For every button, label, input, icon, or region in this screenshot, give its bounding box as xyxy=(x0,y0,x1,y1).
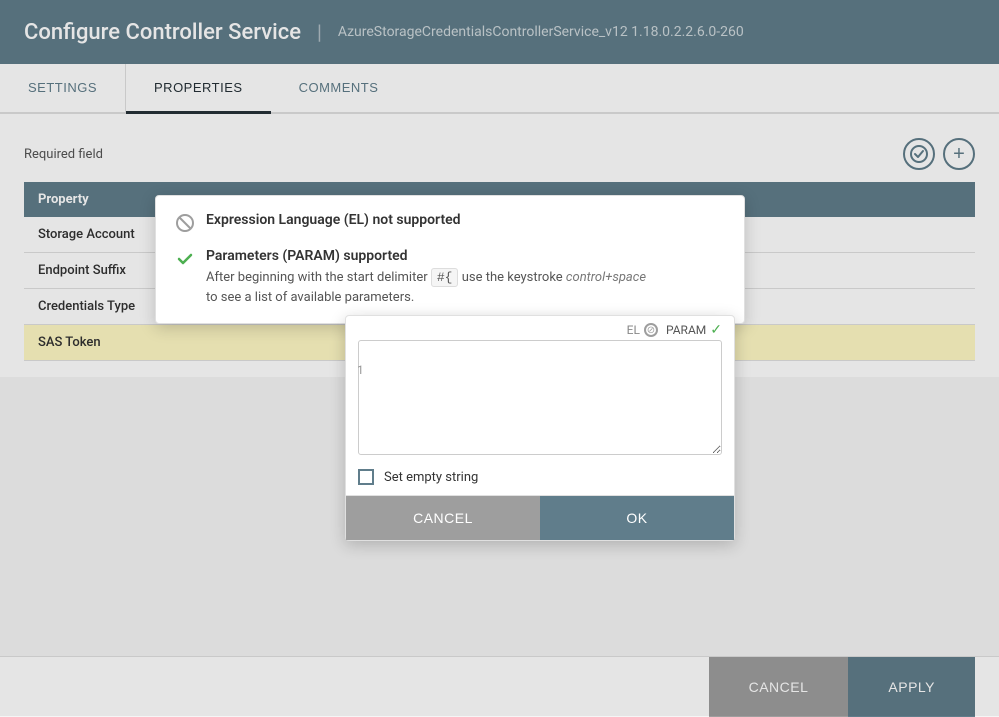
line-number: 1 xyxy=(357,363,364,377)
param-supported-title: Parameters (PARAM) supported xyxy=(206,248,646,264)
el-label-text: EL xyxy=(627,323,640,337)
param-status-icon: ✓ xyxy=(710,322,722,338)
ok-dialog-button[interactable]: OK xyxy=(540,496,734,540)
desc-middle: use the keystroke xyxy=(458,270,565,285)
tooltip-popup: Expression Language (EL) not supported P… xyxy=(155,195,745,324)
check-icon xyxy=(176,250,194,272)
desc-prefix: After beginning with the start delimiter xyxy=(206,270,431,285)
keystroke-text: control+space xyxy=(566,270,646,285)
dialog-status-bar: EL ⊘ PARAM ✓ xyxy=(346,316,734,340)
cancel-dialog-button[interactable]: CANCEL xyxy=(346,496,540,540)
dialog-buttons: CANCEL OK xyxy=(346,495,734,540)
param-label-text: PARAM xyxy=(666,323,706,337)
el-not-supported-title: Expression Language (EL) not supported xyxy=(206,212,461,228)
param-supported-desc: After beginning with the start delimiter… xyxy=(206,268,646,307)
param-tooltip-item: Parameters (PARAM) supported After begin… xyxy=(176,248,724,307)
param-code: #{ xyxy=(431,268,459,287)
prohibited-icon xyxy=(176,214,194,236)
desc-end: to see a list of available parameters. xyxy=(206,290,414,305)
value-input[interactable] xyxy=(358,340,722,455)
empty-string-row: Set empty string xyxy=(346,459,734,495)
textarea-wrapper xyxy=(346,340,734,459)
input-dialog: EL ⊘ PARAM ✓ Set empty string CANCEL OK xyxy=(345,315,735,541)
empty-string-checkbox[interactable] xyxy=(358,469,374,485)
el-status-icon: ⊘ xyxy=(644,323,658,337)
param-status: PARAM ✓ xyxy=(666,322,722,338)
el-tooltip-item: Expression Language (EL) not supported xyxy=(176,212,724,236)
empty-string-label[interactable]: Set empty string xyxy=(384,470,478,485)
el-status: EL ⊘ xyxy=(627,323,658,337)
